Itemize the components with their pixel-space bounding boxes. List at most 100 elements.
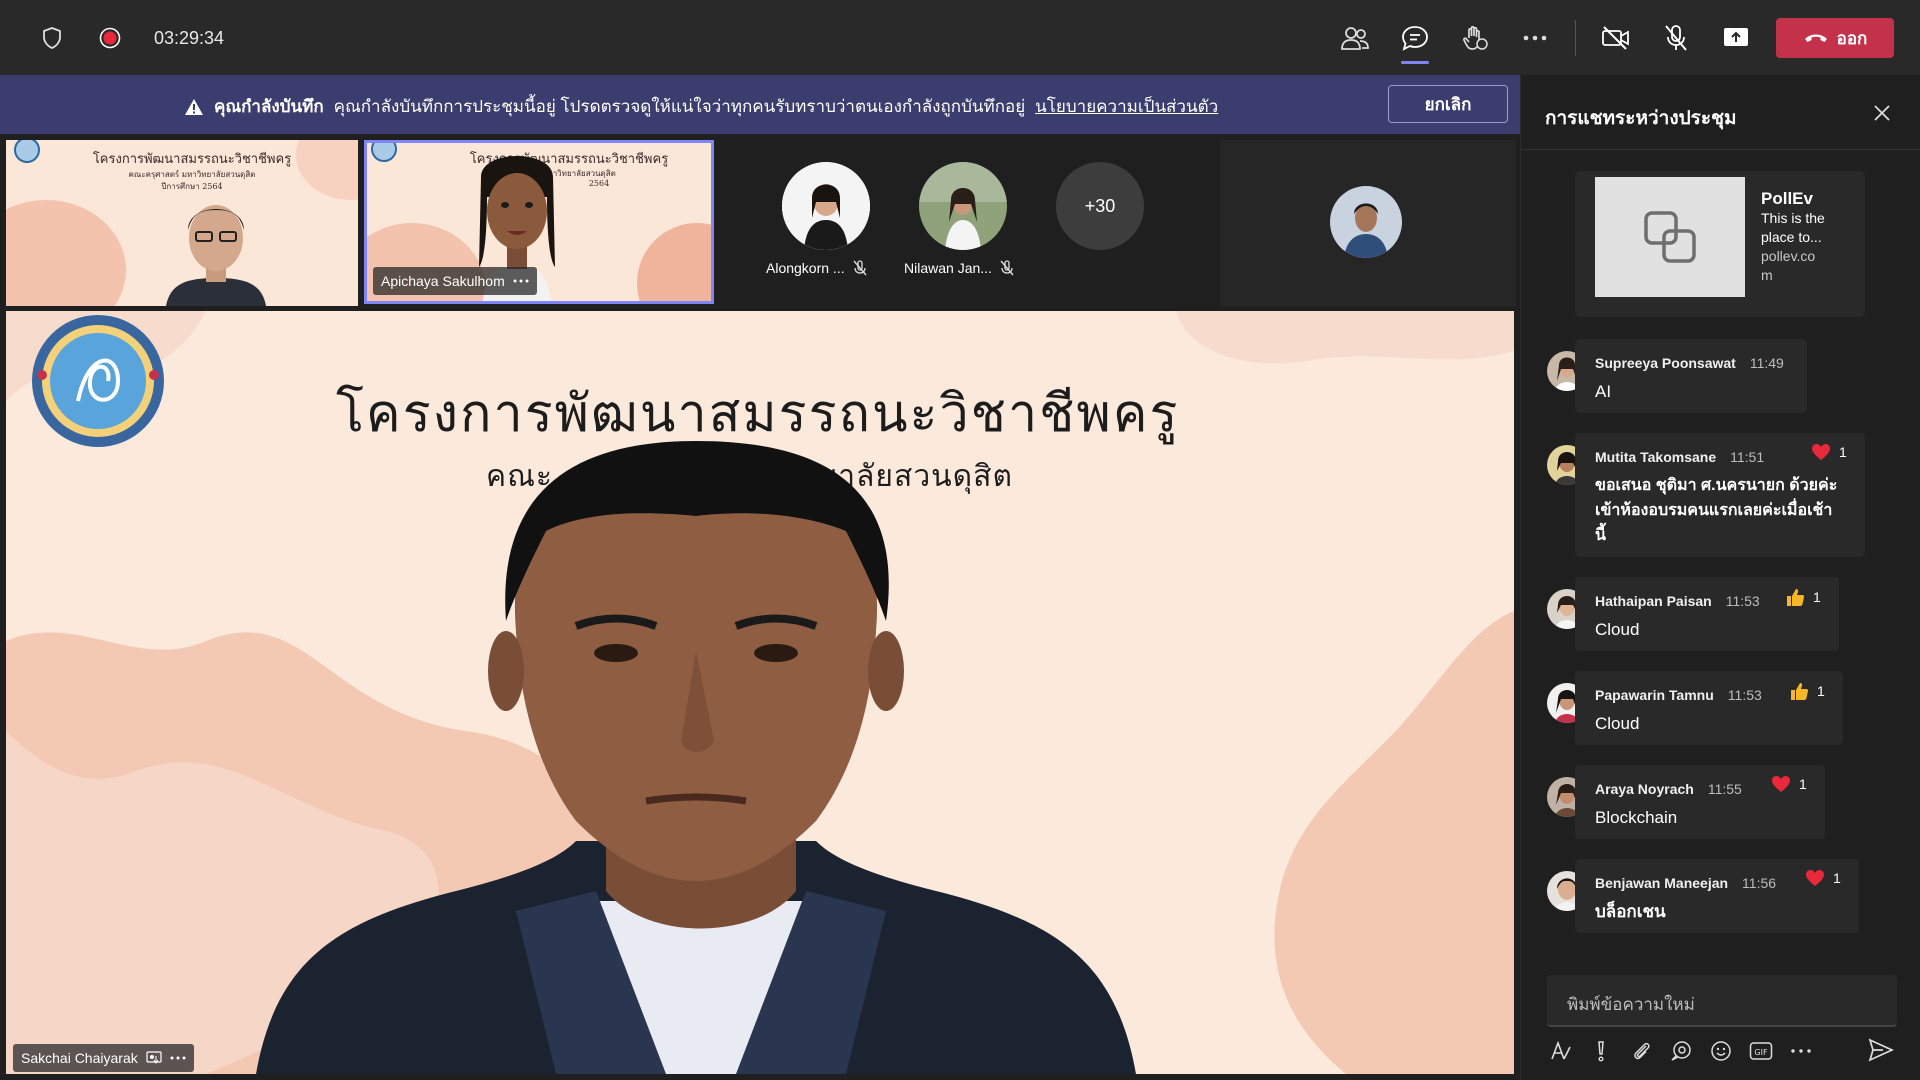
reaction-count: 1 [1839, 444, 1847, 460]
important-button[interactable] [1589, 1039, 1613, 1063]
chat-message[interactable]: Supreeya Poonsawat 11:49 AI [1575, 339, 1807, 413]
reaction[interactable]: 1 [1811, 443, 1847, 461]
message-author: Araya Noyrach 11:55 [1595, 781, 1742, 797]
message-author: Hathaipan Paisan 11:53 [1595, 593, 1760, 609]
ellipsis-icon[interactable] [513, 279, 529, 283]
raise-hand-button[interactable] [1457, 20, 1493, 56]
main-speaker-video[interactable]: โครงการพัฒนาสมรรถนะวิชาชีพครู คณะ วิทยาล… [6, 311, 1514, 1074]
send-icon[interactable] [1867, 1036, 1895, 1064]
recording-banner: คุณกำลังบันทึก คุณกำลังบันทึกการประชุมนี… [0, 75, 1520, 134]
compose-placeholder: พิมพ์ข้อความใหม่ [1567, 995, 1695, 1014]
participants-button[interactable] [1337, 20, 1373, 56]
close-icon[interactable] [1870, 101, 1894, 125]
chat-message[interactable]: Hathaipan Paisan 11:53 Cloud 1 [1575, 577, 1839, 651]
message-time: 11:55 [1707, 781, 1742, 797]
thumbs-up-icon [1787, 589, 1805, 606]
toolbar-actions: ออก [1337, 17, 1894, 64]
gif-icon: GIF [1749, 1042, 1773, 1060]
self-view-tile[interactable] [1220, 140, 1516, 306]
message-author: Benjawan Maneejan 11:56 [1595, 875, 1777, 891]
reaction[interactable]: 1 [1805, 869, 1841, 887]
more-participants-count: +30 [1084, 195, 1116, 216]
meeting-chat-panel: การแชทระหว่างประชุม PollEv This is the p… [1520, 75, 1920, 1080]
video-tile-1[interactable]: โครงการพัฒนาสมรรถนะวิชาชีพครู คณะครุศาสต… [6, 140, 358, 306]
reaction-count: 1 [1833, 870, 1841, 886]
avatar-nilawan[interactable] [919, 162, 1007, 250]
reaction[interactable]: 1 [1789, 681, 1825, 701]
format-button[interactable] [1549, 1039, 1573, 1063]
cancel-recording-button[interactable]: ยกเลิก [1388, 85, 1508, 123]
chat-message[interactable]: Benjawan Maneejan 11:56 บล็อกเชน 1 [1575, 859, 1859, 933]
paperclip-icon [1634, 1042, 1650, 1060]
shield-icon[interactable] [34, 20, 70, 56]
message-time: 11:53 [1727, 687, 1762, 703]
chat-button[interactable] [1397, 20, 1433, 64]
meeting-status: 03:29:34 [34, 22, 224, 54]
message-time: 11:51 [1730, 449, 1765, 465]
chat-panel-title: การแชทระหว่างประชุม [1545, 108, 1737, 129]
share-screen-button[interactable] [1718, 20, 1754, 56]
message-time: 11:53 [1725, 593, 1760, 609]
heart-icon [1806, 870, 1824, 886]
message-author: Papawarin Tamnu 11:53 [1595, 687, 1762, 703]
pollev-description-2: place to... [1761, 229, 1822, 245]
share-icon [1724, 28, 1748, 46]
gif-button[interactable]: GIF [1749, 1039, 1773, 1063]
speaker-video [256, 441, 1136, 1074]
privacy-policy-link[interactable]: นโยบายความเป็นส่วนตัว [1035, 93, 1218, 120]
message-text: Blockchain [1595, 808, 1678, 827]
emoji-icon [1711, 1041, 1731, 1061]
pollev-url-2: m [1761, 267, 1773, 283]
participant-name-tag: Apichaya Sakulhom [373, 267, 537, 295]
speaker-name-tag: Sakchai Chaiyarak [13, 1044, 194, 1072]
more-options-button[interactable] [1789, 1039, 1813, 1063]
mic-off-icon [1665, 25, 1687, 51]
compose-message-input[interactable]: พิมพ์ข้อความใหม่ [1547, 975, 1897, 1027]
video-tile-2[interactable]: โครงการพัฒนาสมรรถนะวิชาชีพครู มหาวิทยาลั… [364, 140, 714, 304]
svg-text:GIF: GIF [1754, 1048, 1768, 1057]
speaker-name: Sakchai Chaiyarak [21, 1050, 138, 1066]
participant-label: Nilawan Jan... [904, 260, 1014, 276]
chat-bubble-icon [1671, 1041, 1691, 1061]
chat-message[interactable]: Araya Noyrach 11:55 Blockchain 1 [1575, 765, 1825, 839]
chat-message[interactable]: Mutita Takomsane 11:51 ขอเสนอ ชุติมา ศ.นค… [1575, 433, 1865, 557]
heart-icon [1772, 776, 1790, 792]
meeting-timer: 03:29:34 [154, 27, 225, 48]
link-icon [1644, 211, 1696, 263]
participant-name: Alongkorn ... [766, 260, 845, 276]
message-author: Mutita Takomsane 11:51 [1595, 449, 1765, 465]
more-actions-button[interactable] [1517, 20, 1553, 56]
university-seal-icon [32, 315, 164, 447]
pollev-url: pollev.co [1761, 248, 1816, 264]
loop-button[interactable] [1669, 1039, 1693, 1063]
message-text: AI [1595, 382, 1612, 401]
reaction[interactable]: 1 [1785, 587, 1821, 607]
ellipsis-icon[interactable] [170, 1056, 186, 1060]
participant-name: Apichaya Sakulhom [381, 273, 505, 289]
chat-message[interactable]: Papawarin Tamnu 11:53 Cloud 1 [1575, 671, 1843, 745]
participant-video [166, 205, 266, 306]
participant-label: Alongkorn ... [766, 260, 867, 276]
attach-button[interactable] [1629, 1039, 1653, 1063]
message-author: Supreeya Poonsawat 11:49 [1595, 355, 1784, 371]
slide-title: โครงการพัฒนาสมรรถนะวิชาชีพครู [92, 152, 292, 167]
pollev-description: This is the [1761, 210, 1825, 226]
emoji-button[interactable] [1709, 1039, 1733, 1063]
leave-button[interactable]: ออก [1776, 18, 1894, 58]
camera-toggle-button[interactable] [1598, 20, 1634, 56]
heart-icon [1812, 444, 1830, 460]
message-text: ขอเสนอ ชุติมา ศ.นครนายก ด้วยค่ะ เข้าห้อง… [1595, 477, 1838, 544]
reaction[interactable]: 1 [1771, 775, 1807, 793]
message-text: Cloud [1595, 714, 1640, 733]
warning-icon [185, 98, 203, 115]
avatar-alongkorn[interactable] [782, 162, 870, 250]
screen-share-icon [146, 1051, 162, 1064]
compose-toolbar: GIF [1549, 1036, 1901, 1066]
more-participants-button[interactable]: +30 [1056, 162, 1144, 250]
exclamation-icon [1598, 1041, 1604, 1062]
mic-toggle-button[interactable] [1658, 20, 1694, 56]
mic-off-icon [853, 260, 867, 276]
header-divider [1521, 149, 1920, 150]
pollev-name: PollEv [1761, 189, 1813, 208]
message-text: Cloud [1595, 620, 1640, 639]
